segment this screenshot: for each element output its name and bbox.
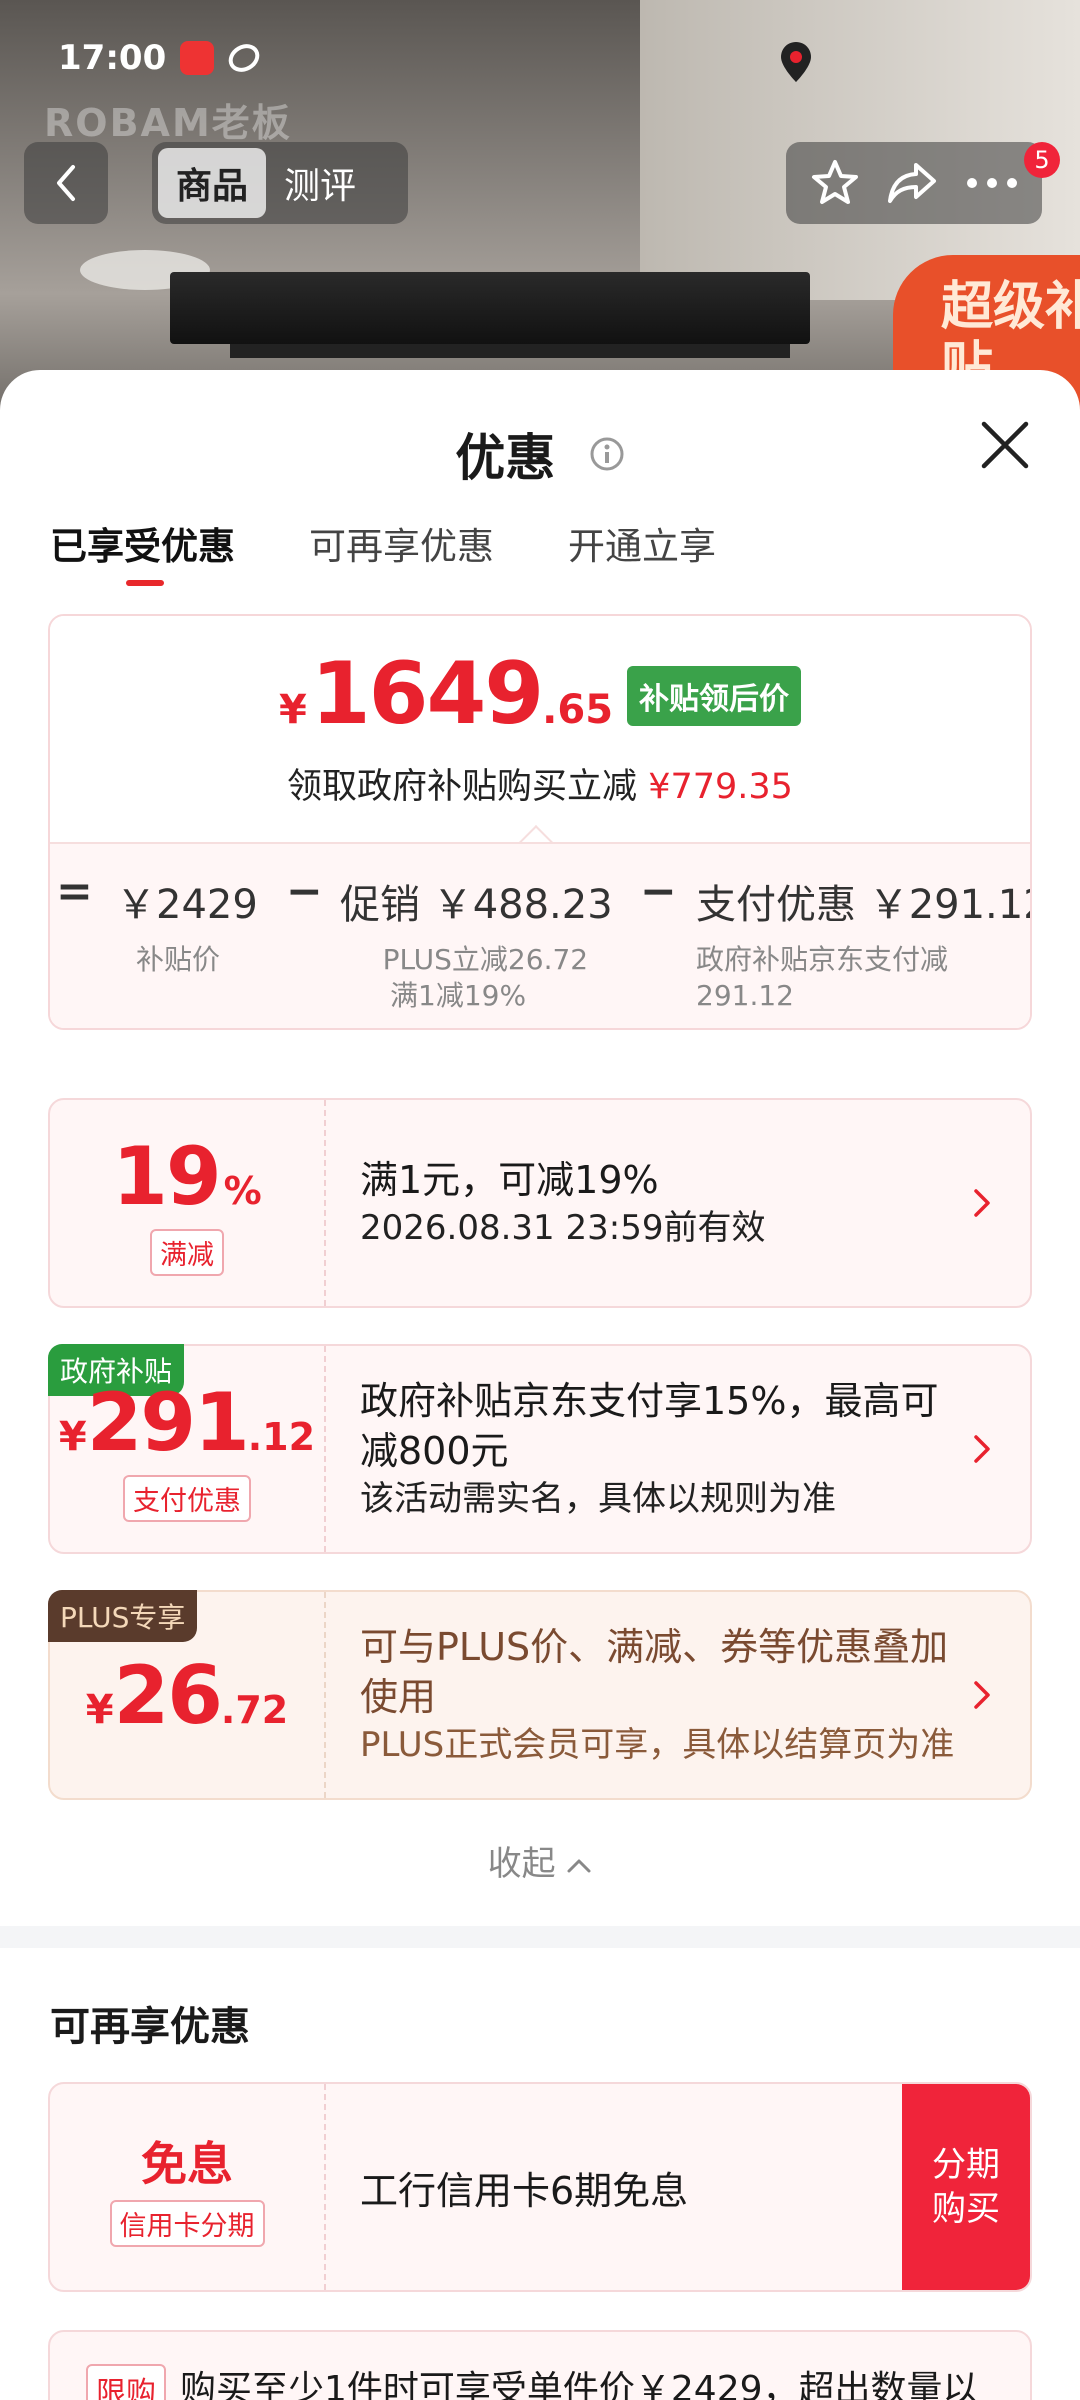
coupon-amount-dec: .12 xyxy=(247,1415,316,1459)
coupon-amount-int: 291 xyxy=(86,1376,250,1469)
chevron-right-icon xyxy=(974,1189,990,1217)
breakdown-payment: 支付优惠 ￥291.12 政府补贴京东支付减 291.12 xyxy=(696,872,1032,1014)
breakdown-main: 促销 ￥488.23 xyxy=(340,882,613,928)
more-discounts-title: 可再享优惠 xyxy=(50,2004,250,2050)
notification-app-icon xyxy=(180,41,215,75)
tab-more-discounts[interactable]: 可再享优惠 xyxy=(309,516,494,570)
subsidy-price-tag: 补贴领后价 xyxy=(627,666,802,726)
coupon-type-tag: 满减 xyxy=(150,1229,224,1276)
coupon-detail: 满1元，可减19% 2026.08.31 23:59前有效 xyxy=(360,1100,960,1306)
breakdown-sub: 满1减19% xyxy=(390,979,527,1012)
top-tabs: 商品 测评 xyxy=(152,142,408,224)
coupon-title: 满1元，可减19% xyxy=(360,1158,659,1202)
back-button[interactable] xyxy=(24,142,108,224)
purchase-limit-card: 限购 购买至少1件时可享受单件价￥2429，超出数量以 xyxy=(48,2330,1032,2400)
installment-buy-label: 分期购买 xyxy=(932,2145,1000,2229)
tab-product[interactable]: 商品 xyxy=(158,148,267,218)
gov-subsidy-line: 领取政府补贴购买立减 ¥779.35 xyxy=(50,758,1030,809)
coupon-amount: ¥ 26 .72 xyxy=(86,1649,289,1742)
breakdown-promotion: 促销 ￥488.23 PLUS立减26.72 满1减19% xyxy=(340,872,613,1014)
chevron-right-icon xyxy=(974,1435,990,1463)
coupon-amount-dec: .72 xyxy=(220,1687,289,1732)
installment-big-label: 免息 xyxy=(141,2136,233,2191)
minus-sign: − xyxy=(640,866,677,917)
brand-watermark: ROBAM老板 xyxy=(44,101,292,145)
share-icon[interactable] xyxy=(886,159,940,207)
coupon-amount: ¥ 291 .12 xyxy=(59,1376,315,1469)
coupon-card-full-reduction[interactable]: 19 % 满减 满1元，可减19% 2026.08.31 23:59前有效 xyxy=(48,1098,1032,1308)
tab-review[interactable]: 测评 xyxy=(266,148,374,218)
close-icon[interactable] xyxy=(978,418,1032,472)
coupon-amount-yen: ¥ xyxy=(58,1414,87,1460)
tab-enjoyed-discounts[interactable]: 已享受优惠 xyxy=(50,516,235,586)
tab-activate-discounts[interactable]: 开通立享 xyxy=(568,516,716,570)
coupon-amount-int: 19 xyxy=(112,1130,221,1223)
status-time: 17:00 xyxy=(58,38,167,78)
coupon-title: 可与PLUS价、满减、券等优惠叠加使用 xyxy=(360,1625,949,1719)
favorite-star-icon[interactable] xyxy=(809,157,861,209)
coupon-detail: 可与PLUS价、满减、券等优惠叠加使用 PLUS正式会员可享，具体以结算页为准 xyxy=(360,1592,960,1798)
coupon-detail: 政府补贴京东支付享15%，最高可减800元 该活动需实名，具体以规则为准 xyxy=(360,1346,960,1552)
breakdown-sub: 政府补贴京东支付减 xyxy=(696,943,949,976)
coupon-title: 政府补贴京东支付享15%，最高可减800元 xyxy=(360,1379,939,1473)
chevron-right-icon xyxy=(974,1681,990,1709)
final-price-int: 1649 xyxy=(310,644,544,744)
final-price-block: ¥ 1649 .65 补贴领后价 领取政府补贴购买立减 ¥779.35 xyxy=(50,616,1030,842)
sheet-header: 优惠 xyxy=(0,418,1080,490)
final-price-dec: .65 xyxy=(542,687,614,733)
installment-tag: 信用卡分期 xyxy=(109,2199,265,2247)
breakdown-main: ￥2429 xyxy=(116,882,258,928)
installment-text: 工行信用卡6期免息 xyxy=(360,2168,689,2213)
section-divider xyxy=(0,1926,1080,1948)
discount-tabs: 已享受优惠 可再享优惠 开通立享 xyxy=(50,516,716,586)
limit-text: 购买至少1件时可享受单件价￥2429，超出数量以 xyxy=(180,2369,979,2400)
collapse-label: 收起 xyxy=(487,1844,556,1884)
info-icon[interactable] xyxy=(589,436,625,472)
breakdown-sub: 291.12 xyxy=(696,979,794,1012)
price-breakdown: = ￥2429 补贴价 − 促销 ￥488.23 PLUS立减26.72 满1减… xyxy=(50,842,1032,1028)
location-pin-icon xyxy=(781,42,811,82)
limit-tag: 限购 xyxy=(86,2364,166,2400)
more-dots-icon[interactable] xyxy=(965,176,1019,190)
status-bar: 17:00 xyxy=(58,38,265,78)
coupon-amount-yen: ¥ xyxy=(85,1686,114,1733)
installment-value: 免息 信用卡分期 xyxy=(50,2084,326,2290)
gov-subsidy-amount: ¥779.35 xyxy=(648,767,793,807)
coupon-desc: 该活动需实名，具体以规则为准 xyxy=(360,1479,836,1519)
message-count-badge: 5 xyxy=(1024,142,1060,178)
gov-subsidy-text: 领取政府补贴购买立减 xyxy=(287,767,638,807)
coupon-value: ¥ 291 .12 支付优惠 xyxy=(50,1346,326,1552)
final-price: ¥ 1649 .65 补贴领后价 xyxy=(50,644,1030,744)
currency-symbol: ¥ xyxy=(278,687,307,733)
coupon-amount-pct: % xyxy=(223,1169,262,1213)
coupon-value: ¥ 26 .72 xyxy=(50,1592,326,1798)
breakdown-main: 支付优惠 ￥291.12 xyxy=(696,882,1032,928)
coupon-value: 19 % 满减 xyxy=(50,1100,326,1306)
coupon-amount-int: 26 xyxy=(113,1648,223,1742)
top-actions xyxy=(786,142,1042,224)
range-hood xyxy=(170,272,810,344)
installment-card[interactable]: 免息 信用卡分期 工行信用卡6期免息 分期购买 xyxy=(48,2082,1032,2292)
coupon-card-plus[interactable]: PLUS专享 ¥ 26 .72 可与PLUS价、满减、券等优惠叠加使用 PLUS… xyxy=(48,1590,1032,1800)
coupon-amount: 19 % xyxy=(112,1130,261,1223)
coupon-desc: PLUS正式会员可享，具体以结算页为准 xyxy=(360,1725,955,1765)
sheet-title: 优惠 xyxy=(455,429,556,487)
breakdown-subsidy-price: ￥2429 补贴价 xyxy=(116,872,258,978)
discount-sheet: 优惠 已享受优惠 可再享优惠 开通立享 ¥ 1649 .65 补贴领后价 领取政… xyxy=(0,370,1080,2400)
breakdown-sub: 补贴价 xyxy=(136,943,221,976)
back-arrow-icon xyxy=(57,165,75,201)
equals-sign: = xyxy=(56,866,93,917)
coupon-type-tag: 支付优惠 xyxy=(123,1475,251,1522)
range-hood-edge xyxy=(230,344,790,358)
minus-sign: − xyxy=(286,866,323,917)
chevron-up-icon xyxy=(567,1859,591,1873)
installment-buy-button[interactable]: 分期购买 xyxy=(902,2084,1030,2290)
breakdown-sub: PLUS立减26.72 xyxy=(382,943,589,976)
coupon-card-gov-subsidy[interactable]: 政府补贴 ¥ 291 .12 支付优惠 政府补贴京东支付享15%，最高可减800… xyxy=(48,1344,1032,1554)
price-summary-card: ¥ 1649 .65 补贴领后价 领取政府补贴购买立减 ¥779.35 = ￥2… xyxy=(48,614,1032,1030)
notification-app-icon-2 xyxy=(223,38,265,78)
collapse-button[interactable]: 收起 xyxy=(0,1836,1080,1885)
coupon-desc: 2026.08.31 23:59前有效 xyxy=(360,1208,766,1248)
